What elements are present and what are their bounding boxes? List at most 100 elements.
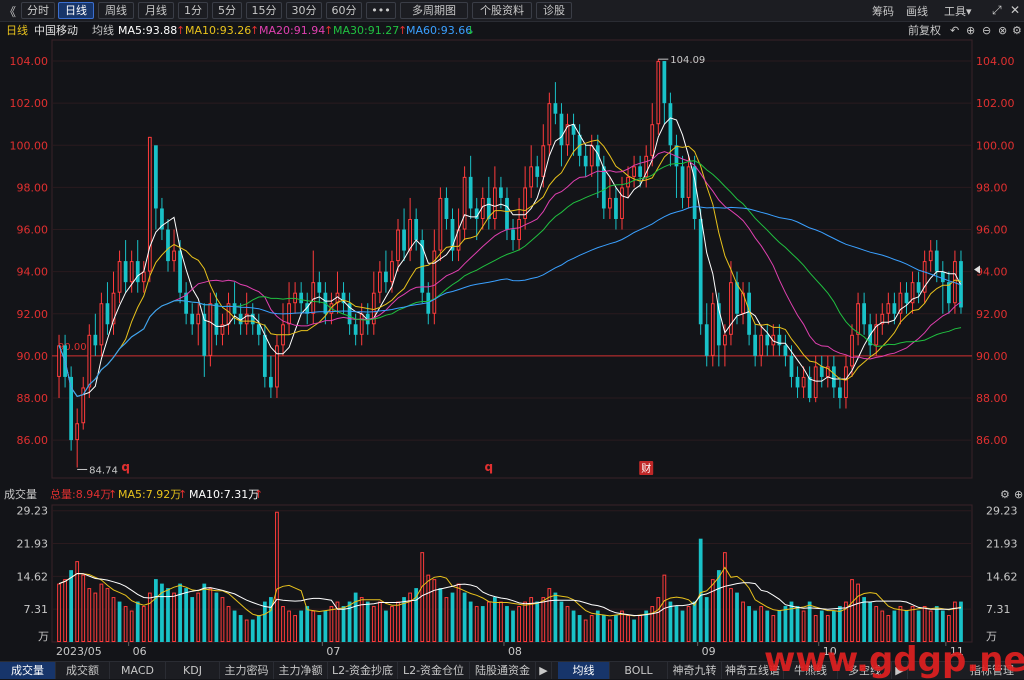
volume-tick-label-right: 14.62	[986, 570, 1018, 583]
candle	[220, 313, 225, 346]
candle-body	[904, 292, 909, 304]
volume-bar	[256, 615, 261, 642]
volume-bar	[250, 619, 255, 642]
candle	[269, 355, 273, 398]
candle-body	[57, 345, 61, 377]
volume-bar	[275, 511, 279, 643]
candle	[529, 145, 534, 198]
volume-bar	[184, 588, 189, 642]
tab-kdj[interactable]: KDJ	[166, 662, 220, 679]
tab-macd[interactable]: MACD	[110, 662, 166, 679]
candle-body	[765, 334, 770, 346]
volume-bar	[444, 597, 449, 643]
candle	[281, 303, 285, 356]
tab-l2-bottom[interactable]: L2-资金抄底	[328, 662, 398, 679]
price-tick-label-left: 98.00	[17, 181, 49, 194]
volume-bar	[123, 606, 128, 642]
tab-l2-position[interactable]: L2-资金仓位	[398, 662, 470, 679]
candle	[874, 313, 879, 356]
volume-bar	[771, 615, 776, 643]
volume-bar	[831, 610, 836, 642]
volume-bar	[886, 615, 891, 643]
candle	[741, 282, 745, 325]
volume-bar	[117, 601, 122, 642]
candle-body	[438, 197, 443, 251]
candle-body	[123, 261, 128, 283]
candle	[656, 59, 661, 135]
volume-bar	[299, 610, 304, 642]
volume-bar	[456, 583, 461, 643]
price-tick-label-left: 90.00	[17, 350, 49, 363]
volume-bar	[650, 606, 655, 642]
candle	[668, 92, 673, 167]
volume-unit-left: 万	[38, 630, 49, 643]
candle	[135, 240, 140, 293]
candle-body	[680, 166, 685, 198]
volume-bar	[232, 610, 237, 642]
volume-bar	[874, 606, 879, 642]
tab-ma[interactable]: 均线	[558, 662, 610, 679]
candle-body	[638, 166, 643, 177]
tab-main-net[interactable]: 主力净额	[274, 662, 328, 679]
candle-body	[390, 261, 394, 283]
volume-bar	[928, 610, 933, 642]
volume-bar	[898, 606, 903, 642]
candle-body	[801, 376, 806, 388]
candle	[450, 208, 455, 262]
volume-bar	[426, 574, 431, 642]
candle-body	[729, 282, 733, 335]
candle-body	[311, 282, 316, 314]
candle	[844, 355, 848, 409]
scroll-right-icon[interactable]: ▶	[536, 662, 552, 679]
tab-northbound[interactable]: 陆股通资金	[470, 662, 536, 679]
candle-body	[934, 250, 939, 272]
candle-body	[783, 345, 788, 356]
candle-body	[505, 197, 509, 230]
candle	[456, 208, 461, 262]
candle	[196, 303, 201, 346]
candle	[408, 197, 412, 262]
volume-bar	[735, 592, 739, 642]
price-tick-label-right: 100.00	[976, 139, 1015, 152]
volume-info-bar: 成交量 总量:8.94万 ↑ MA5:7.92万 ↑ MA10:7.31万 ↑ …	[0, 486, 1024, 504]
price-tick-label-right: 86.00	[976, 434, 1008, 447]
volume-tick-label-left: 14.62	[17, 570, 49, 583]
vol-settings-icon[interactable]: ⚙	[1000, 486, 1010, 504]
candle	[105, 282, 110, 335]
candle-body	[614, 197, 618, 219]
candle	[317, 271, 322, 304]
candle	[704, 303, 709, 367]
min-price-label: 84.74	[89, 465, 118, 476]
volume-bar	[541, 597, 546, 643]
candle-body	[668, 103, 673, 146]
candle-body	[940, 271, 945, 283]
tab-boll[interactable]: BOLL	[610, 662, 668, 679]
candle-body	[444, 197, 449, 219]
volume-bar	[777, 610, 782, 642]
candle	[166, 218, 170, 272]
event-marker: q	[485, 460, 494, 474]
x-axis-label: 06	[133, 645, 147, 658]
candle	[111, 271, 116, 335]
watermark: www.gdgp.net	[764, 640, 1024, 680]
candle	[123, 240, 128, 293]
tab-main-code[interactable]: 主力密码	[220, 662, 274, 679]
volume-bar	[916, 610, 921, 642]
candle	[287, 282, 291, 335]
candle	[511, 218, 515, 251]
vol-zoom-in-icon[interactable]: ⊕	[1014, 486, 1023, 504]
volume-bar	[432, 579, 437, 642]
tab-volume[interactable]: 成交量	[0, 662, 56, 679]
candle-body	[807, 376, 812, 398]
volume-bar	[656, 597, 661, 643]
candle-body	[589, 145, 594, 167]
candle-body	[662, 61, 667, 104]
volume-title[interactable]: 成交量	[4, 486, 37, 504]
kline-chart[interactable]: 104.00 104.00 102.00 102.00 100.00 100.00 98.0…	[0, 0, 1024, 661]
tab-magic-nine[interactable]: 神奇九转	[668, 662, 722, 679]
volume-tick-label-right: 29.23	[986, 505, 1018, 518]
volume-bar	[99, 583, 104, 643]
tab-turnover[interactable]: 成交额	[56, 662, 110, 679]
price-tick-label-right: 102.00	[976, 97, 1015, 110]
price-tick-label-left: 96.00	[17, 224, 49, 237]
